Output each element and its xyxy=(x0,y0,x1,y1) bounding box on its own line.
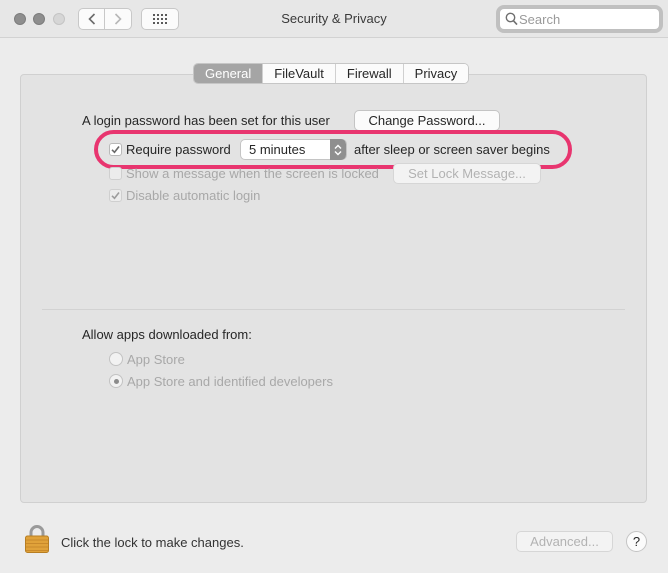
tab-firewall[interactable]: Firewall xyxy=(334,64,403,83)
tab-privacy[interactable]: Privacy xyxy=(402,64,469,83)
help-icon[interactable]: ? xyxy=(626,531,647,552)
downloads-heading: Allow apps downloaded from: xyxy=(82,327,252,342)
lock-text: Click the lock to make changes. xyxy=(61,535,244,550)
disable-auto-login-label: Disable automatic login xyxy=(126,188,261,203)
search-input[interactable] xyxy=(519,11,654,27)
search-field[interactable] xyxy=(499,8,660,30)
show-message-label: Show a message when the screen is locked xyxy=(126,166,379,181)
tab-bar: General FileVault Firewall Privacy xyxy=(193,63,470,84)
radio-app-store-identified[interactable] xyxy=(109,374,123,388)
checkmark-icon xyxy=(111,192,120,200)
advanced-button[interactable]: Advanced... xyxy=(516,531,613,552)
section-divider xyxy=(42,309,625,310)
radio-app-store[interactable] xyxy=(109,352,123,366)
disable-auto-login-checkbox[interactable] xyxy=(109,189,122,202)
title-bar: Security & Privacy xyxy=(0,0,668,38)
show-message-checkbox[interactable] xyxy=(109,167,122,180)
search-icon xyxy=(505,12,518,26)
radio-selected-dot xyxy=(113,378,119,384)
login-password-text: A login password has been set for this u… xyxy=(82,113,330,128)
tab-general[interactable]: General xyxy=(194,64,263,83)
set-lock-message-button[interactable]: Set Lock Message... xyxy=(393,163,541,184)
change-password-button[interactable]: Change Password... xyxy=(354,110,500,131)
lock-button[interactable] xyxy=(24,524,50,557)
radio-app-store-identified-label: App Store and identified developers xyxy=(127,374,333,389)
radio-app-store-label: App Store xyxy=(127,352,185,367)
tab-filevault[interactable]: FileVault xyxy=(262,64,335,83)
lock-icon xyxy=(25,525,49,553)
